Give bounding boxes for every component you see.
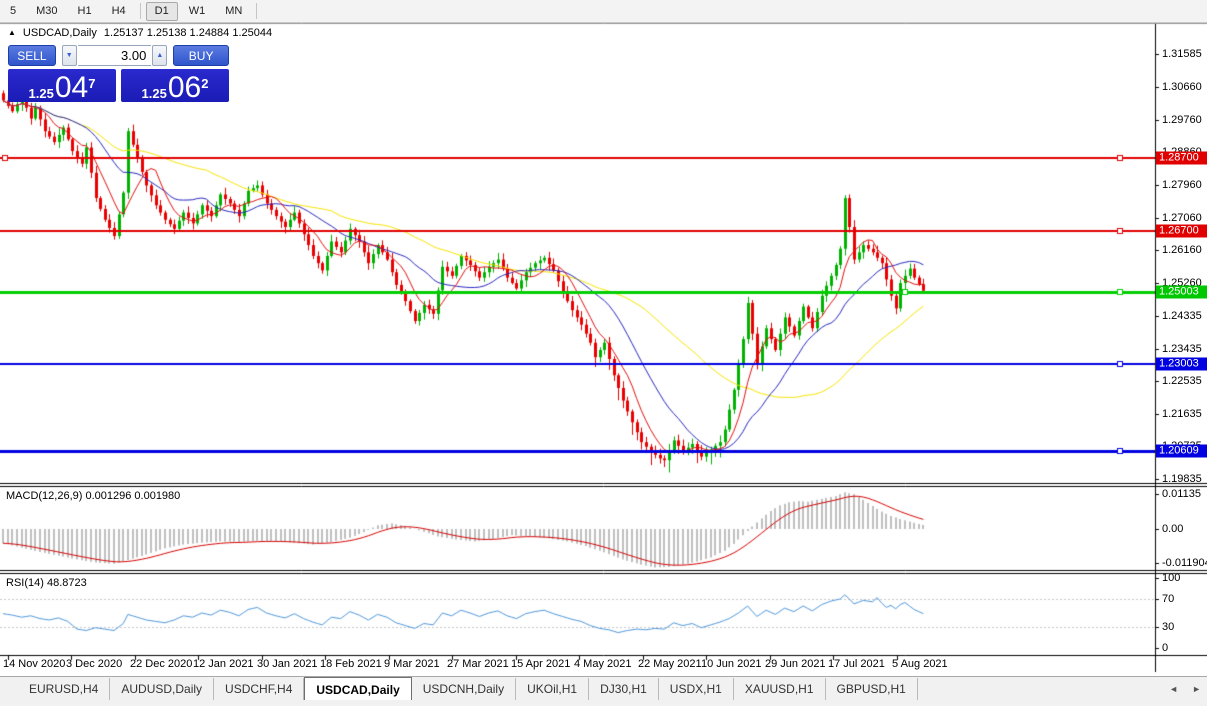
macd-axis-label: 0.00 bbox=[1162, 523, 1184, 535]
date-axis-label: 30 Jan 2021 bbox=[257, 658, 318, 670]
price-axis-label: 1.19835 bbox=[1162, 473, 1202, 485]
price-axis-label: 1.23435 bbox=[1162, 343, 1202, 355]
timeframe-button[interactable]: H4 bbox=[103, 2, 135, 21]
chart-tab[interactable]: USDX,H1 bbox=[659, 678, 734, 700]
timeframe-button[interactable]: H1 bbox=[69, 2, 101, 21]
price-axis-label: 1.30660 bbox=[1162, 81, 1202, 93]
date-axis-label: 22 Dec 2020 bbox=[130, 658, 193, 670]
price-axis-label: 1.24335 bbox=[1162, 310, 1202, 322]
chart-tab[interactable]: USDCHF,H4 bbox=[214, 678, 305, 700]
date-axis-label: 17 Jul 2021 bbox=[828, 658, 885, 670]
tab-scroll-arrows: ◄ ► bbox=[1169, 684, 1201, 694]
chart-tabs: EURUSD,H4 AUDUSD,Daily USDCHF,H4 USDCAD,Dai… bbox=[18, 677, 918, 700]
price-axis-label: 1.31585 bbox=[1162, 48, 1202, 60]
price-level-badge: 1.20609 bbox=[1156, 444, 1207, 458]
chart-tab-bar: EURUSD,H4 AUDUSD,Daily USDCHF,H4 USDCAD,Dai… bbox=[0, 676, 1207, 706]
price-level-badge: 1.28700 bbox=[1156, 151, 1207, 165]
rsi-axis-label: 70 bbox=[1162, 593, 1175, 605]
arrow-down-icon: ▼ bbox=[65, 52, 73, 59]
chart-tab[interactable]: XAUUSD,H1 bbox=[734, 678, 826, 700]
chart-tab[interactable]: GBPUSD,H1 bbox=[826, 678, 918, 700]
chart-ohlc-values: 1.25137 1.25138 1.24884 1.25044 bbox=[103, 27, 273, 39]
date-axis-label: 14 Nov 2020 bbox=[3, 658, 66, 670]
rsi-axis-label: 0 bbox=[1162, 642, 1169, 654]
chart-symbol-label: USDCAD,Daily bbox=[22, 27, 97, 39]
price-level-badge: 1.26700 bbox=[1156, 224, 1207, 238]
timeframe-group-2: D1 W1 MN bbox=[145, 0, 253, 22]
price-axis-label: 1.29760 bbox=[1162, 114, 1202, 126]
date-axis-label: 4 May 2021 bbox=[574, 658, 632, 670]
chart-tab[interactable]: USDCNH,Daily bbox=[412, 678, 517, 700]
price-chart-canvas[interactable] bbox=[0, 0, 1207, 706]
trade-panel-top-row: SELL ▼ 3.00 ▲ BUY bbox=[8, 44, 229, 67]
date-axis-label: 9 Mar 2021 bbox=[384, 658, 440, 670]
price-axis-label: 1.22535 bbox=[1162, 375, 1202, 387]
date-axis-label: 29 Jun 2021 bbox=[765, 658, 826, 670]
macd-axis-label: -0.011904 bbox=[1162, 557, 1207, 569]
chart-header: ▲ USDCAD,Daily 1.25137 1.25138 1.24884 1… bbox=[8, 27, 272, 39]
tab-scroll-right-icon[interactable]: ► bbox=[1192, 684, 1201, 694]
tab-scroll-left-icon[interactable]: ◄ bbox=[1169, 684, 1178, 694]
buy-button[interactable]: BUY bbox=[173, 45, 229, 66]
sell-price-main: 1.25 bbox=[28, 86, 54, 101]
chart-tab[interactable]: AUDUSD,Daily bbox=[110, 678, 215, 700]
chart-tab[interactable]: UKOil,H1 bbox=[516, 678, 590, 700]
rsi-indicator-label: RSI(14) 48.8723 bbox=[6, 577, 87, 589]
chart-tab[interactable]: USDCAD,Daily bbox=[304, 677, 412, 700]
buy-price-pips: 06 bbox=[167, 71, 202, 104]
rsi-axis-label: 30 bbox=[1162, 621, 1175, 633]
timeframe-button[interactable]: 5 bbox=[1, 2, 25, 21]
date-axis-label: 5 Aug 2021 bbox=[892, 658, 948, 670]
date-axis-label: 15 Apr 2021 bbox=[511, 658, 571, 670]
price-level-badge: 1.25003 bbox=[1156, 285, 1207, 299]
macd-axis-label: 0.01135 bbox=[1162, 488, 1201, 500]
volume-increase-button[interactable]: ▲ bbox=[152, 45, 168, 66]
buy-price-tile[interactable]: 1.25 06 2 bbox=[121, 69, 229, 104]
date-axis-label: 3 Dec 2020 bbox=[66, 658, 123, 670]
price-level-badge: 1.23003 bbox=[1156, 357, 1207, 371]
timeframe-button[interactable]: MN bbox=[216, 2, 251, 21]
price-axis-label: 1.27960 bbox=[1162, 179, 1202, 191]
macd-indicator-label: MACD(12,26,9) 0.001296 0.001980 bbox=[6, 490, 181, 502]
sell-price-tile[interactable]: 1.25 04 7 bbox=[8, 69, 116, 104]
timeframe-button[interactable]: M30 bbox=[27, 2, 66, 21]
chart-tab[interactable]: EURUSD,H4 bbox=[18, 678, 111, 700]
timeframe-toolbar: 5 M30 H1 H4 D1 W1 MN bbox=[0, 0, 1207, 23]
toolbar-separator bbox=[139, 3, 141, 19]
buy-price-point: 2 bbox=[201, 76, 209, 91]
sell-price-point: 7 bbox=[88, 76, 96, 91]
date-axis-label: 12 Jan 2021 bbox=[193, 658, 254, 670]
date-axis-label: 27 Mar 2021 bbox=[447, 658, 509, 670]
trade-panel-price-row: 1.25 04 7 1.25 06 2 bbox=[8, 69, 229, 104]
price-axis-label: 1.26160 bbox=[1162, 244, 1202, 256]
date-axis-label: 22 May 2021 bbox=[638, 658, 702, 670]
timeframe-group-1: 5 M30 H1 H4 bbox=[0, 0, 136, 22]
volume-input[interactable]: 3.00 bbox=[77, 45, 152, 66]
date-axis-label: 10 Jun 2021 bbox=[701, 658, 762, 670]
sell-price-pips: 04 bbox=[54, 71, 89, 104]
arrow-up-icon: ▲ bbox=[156, 52, 164, 59]
price-axis-label: 1.21635 bbox=[1162, 408, 1202, 420]
price-axis-label: 1.27060 bbox=[1162, 212, 1202, 224]
one-click-trading-panel: SELL ▼ 3.00 ▲ BUY 1.25 04 7 1.25 06 2 bbox=[8, 44, 229, 104]
volume-decrease-button[interactable]: ▼ bbox=[61, 45, 77, 66]
rsi-axis-label: 100 bbox=[1162, 572, 1181, 584]
date-axis-label: 18 Feb 2021 bbox=[320, 658, 382, 670]
timeframe-button[interactable]: D1 bbox=[145, 1, 178, 21]
toolbar-separator bbox=[256, 3, 258, 19]
chart-tab[interactable]: DJ30,H1 bbox=[589, 678, 659, 700]
timeframe-button[interactable]: W1 bbox=[180, 2, 215, 21]
collapse-triangle-icon[interactable]: ▲ bbox=[8, 29, 16, 37]
buy-price-main: 1.25 bbox=[141, 86, 167, 101]
sell-button[interactable]: SELL bbox=[8, 45, 56, 66]
